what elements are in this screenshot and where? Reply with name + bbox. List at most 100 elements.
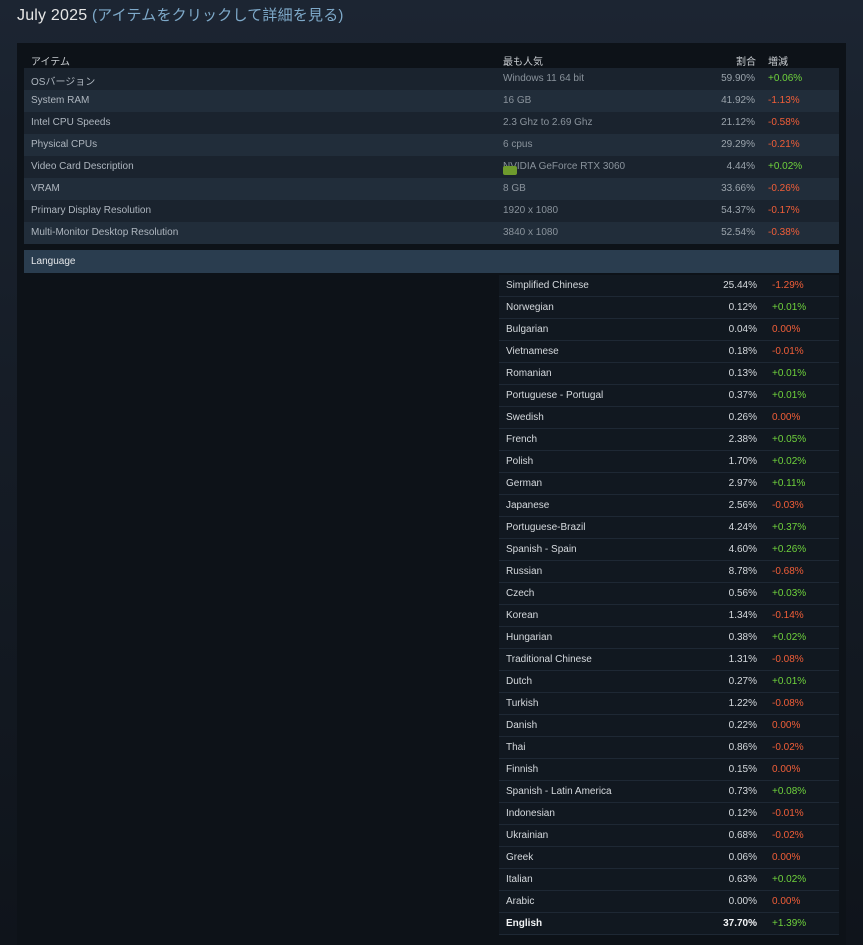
language-name: Dutch [506, 676, 533, 687]
language-item[interactable]: Dutch 0.27% +0.01% [499, 671, 839, 693]
language-share: 1.70% [728, 456, 757, 467]
language-item[interactable]: Arabic 0.00% 0.00% [499, 891, 839, 913]
language-change: -0.08% [772, 698, 804, 709]
language-item[interactable]: Portuguese - Portugal 0.37% +0.01% [499, 385, 839, 407]
language-item[interactable]: Bulgarian 0.04% 0.00% [499, 319, 839, 341]
language-share: 0.06% [728, 852, 757, 863]
language-change: -0.02% [772, 742, 804, 753]
language-name: German [506, 478, 543, 489]
page-title-hint: (アイテムをクリックして詳細を見る) [91, 7, 344, 24]
language-change: +0.26% [772, 544, 807, 555]
language-change: +0.08% [772, 786, 807, 797]
language-name: Swedish [506, 412, 544, 423]
language-item[interactable]: Greek 0.06% 0.00% [499, 847, 839, 869]
language-item[interactable]: English 37.70% +1.39% [499, 913, 839, 935]
language-share: 37.70% [723, 918, 757, 929]
language-share: 0.56% [728, 588, 757, 599]
language-share: 0.27% [728, 676, 757, 687]
table-row[interactable]: Primary Display Resolution 1920 x 1080 54.… [24, 200, 839, 222]
table-row[interactable]: Multi-Monitor Desktop Resolution 3840 x 1… [24, 222, 839, 244]
language-item[interactable]: Korean 1.34% -0.14% [499, 605, 839, 627]
language-share: 0.26% [728, 412, 757, 423]
language-change: +0.01% [772, 302, 807, 313]
language-item[interactable]: Czech 0.56% +0.03% [499, 583, 839, 605]
language-item[interactable]: German 2.97% +0.11% [499, 473, 839, 495]
language-name: Polish [506, 456, 534, 467]
row-item-name: Intel CPU Speeds [31, 117, 111, 128]
language-share: 0.00% [728, 896, 757, 907]
language-change: -0.02% [772, 830, 804, 841]
language-change: -0.08% [772, 654, 804, 665]
language-item[interactable]: Portuguese-Brazil 4.24% +0.37% [499, 517, 839, 539]
row-popular-value: NVIDIA GeForce RTX 3060 [503, 161, 625, 175]
row-popular-value: 2.3 Ghz to 2.69 Ghz [503, 117, 593, 128]
language-item[interactable]: Finnish 0.15% 0.00% [499, 759, 839, 781]
language-share: 2.97% [728, 478, 757, 489]
table-row[interactable]: System RAM 16 GB 41.92% -1.13% [24, 90, 839, 112]
language-list: Simplified Chinese 25.44% -1.29% Norwegian 0… [499, 275, 839, 935]
language-item[interactable]: Danish 0.22% 0.00% [499, 715, 839, 737]
row-change: -0.38% [768, 227, 800, 238]
language-change: +0.01% [772, 368, 807, 379]
language-item[interactable]: Turkish 1.22% -0.08% [499, 693, 839, 715]
table-header: アイテム 最も人気 割合 増減 [24, 49, 839, 68]
row-share: 54.37% [721, 205, 755, 216]
language-share: 8.78% [728, 566, 757, 577]
language-change: -0.68% [772, 566, 804, 577]
header-popular: 最も人気 [503, 57, 543, 68]
language-name: Portuguese-Brazil [506, 522, 586, 533]
summary-rows: OSバージョン Windows 11 64 bit 59.90% +0.06% Syst… [24, 68, 839, 244]
table-row[interactable]: VRAM 8 GB 33.66% -0.26% [24, 178, 839, 200]
language-item[interactable]: French 2.38% +0.05% [499, 429, 839, 451]
language-item[interactable]: Thai 0.86% -0.02% [499, 737, 839, 759]
language-share: 25.44% [723, 280, 757, 291]
table-row[interactable]: Intel CPU Speeds 2.3 Ghz to 2.69 Ghz 21.12… [24, 112, 839, 134]
row-item-name: System RAM [31, 95, 90, 106]
language-change: +0.02% [772, 632, 807, 643]
language-item[interactable]: Indonesian 0.12% -0.01% [499, 803, 839, 825]
language-item[interactable]: Romanian 0.13% +0.01% [499, 363, 839, 385]
language-name: Thai [506, 742, 526, 753]
language-item[interactable]: Italian 0.63% +0.02% [499, 869, 839, 891]
language-change: +0.01% [772, 676, 807, 687]
language-change: 0.00% [772, 764, 801, 775]
table-row[interactable]: OSバージョン Windows 11 64 bit 59.90% +0.06% [24, 68, 839, 90]
language-label: Language [31, 256, 76, 267]
language-name: Portuguese - Portugal [506, 390, 604, 401]
language-item[interactable]: Spanish - Latin America 0.73% +0.08% [499, 781, 839, 803]
row-change: -0.17% [768, 205, 800, 216]
language-item[interactable]: Russian 8.78% -0.68% [499, 561, 839, 583]
row-item-name: Physical CPUs [31, 139, 98, 150]
language-item[interactable]: Traditional Chinese 1.31% -0.08% [499, 649, 839, 671]
language-change: -0.14% [772, 610, 804, 621]
language-name: Italian [506, 874, 533, 885]
row-item-name: Primary Display Resolution [31, 205, 152, 216]
header-item: アイテム [31, 57, 70, 68]
row-popular-value: 16 GB [503, 95, 532, 106]
language-item[interactable]: Ukrainian 0.68% -0.02% [499, 825, 839, 847]
page-title: July 2025 (アイテムをクリックして詳細を見る) [17, 4, 344, 25]
row-popular-value: Windows 11 64 bit [503, 73, 584, 84]
language-item[interactable]: Hungarian 0.38% +0.02% [499, 627, 839, 649]
language-name: Turkish [506, 698, 539, 709]
language-item[interactable]: Vietnamese 0.18% -0.01% [499, 341, 839, 363]
table-row[interactable]: Video Card Description NVIDIA GeForce RTX… [24, 156, 839, 178]
row-share: 59.90% [721, 73, 755, 84]
row-popular-value: 3840 x 1080 [503, 227, 559, 238]
language-share: 2.38% [728, 434, 757, 445]
language-name: Hungarian [506, 632, 553, 643]
language-item[interactable]: Japanese 2.56% -0.03% [499, 495, 839, 517]
row-popular-value: 1920 x 1080 [503, 205, 559, 216]
language-item[interactable]: Norwegian 0.12% +0.01% [499, 297, 839, 319]
language-name: Romanian [506, 368, 552, 379]
table-row[interactable]: Physical CPUs 6 cpus 29.29% -0.21% [24, 134, 839, 156]
language-item[interactable]: Swedish 0.26% 0.00% [499, 407, 839, 429]
language-item[interactable]: Simplified Chinese 25.44% -1.29% [499, 275, 839, 297]
language-item[interactable]: Polish 1.70% +0.02% [499, 451, 839, 473]
language-change: -0.01% [772, 346, 804, 357]
language-item[interactable]: Spanish - Spain 4.60% +0.26% [499, 539, 839, 561]
language-name: Traditional Chinese [506, 654, 592, 665]
row-item-name: Multi-Monitor Desktop Resolution [31, 227, 179, 238]
language-row[interactable]: Language [24, 250, 839, 273]
language-share: 1.34% [728, 610, 757, 621]
